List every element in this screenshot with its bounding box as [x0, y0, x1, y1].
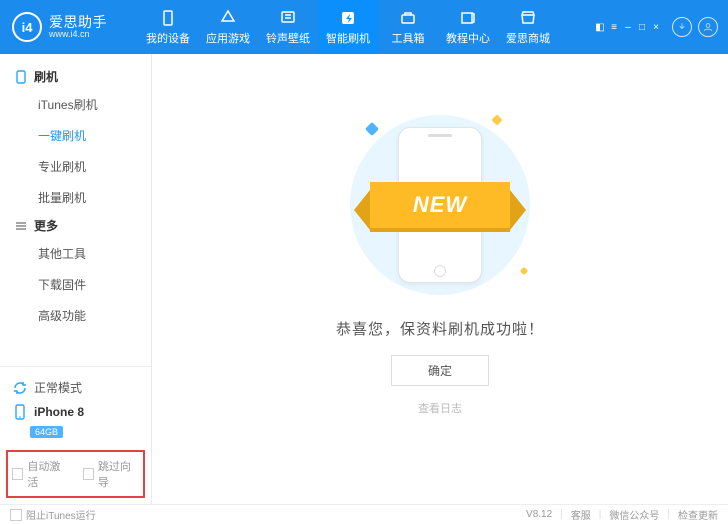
footer-link-update[interactable]: 检查更新: [678, 507, 718, 522]
top-nav: 我的设备应用游戏铃声壁纸智能刷机 工具箱 教程中心爱思商城: [138, 0, 558, 54]
mode-label: 正常模式: [34, 379, 82, 396]
refresh-icon: [12, 380, 28, 396]
download-button[interactable]: [672, 17, 692, 37]
logo: i4 爱思助手 www.i4.cn: [0, 12, 138, 42]
checkbox-label: 自动激活: [27, 458, 68, 490]
logo-icon: i4: [12, 12, 42, 42]
nav-label: 智能刷机: [326, 30, 370, 46]
brand-url: www.i4.cn: [49, 29, 107, 39]
storage-badge: 64GB: [30, 426, 63, 438]
view-log-link[interactable]: 查看日志: [418, 400, 462, 416]
nav-device[interactable]: 我的设备: [138, 0, 198, 54]
sidebar-item[interactable]: 高级功能: [0, 300, 151, 331]
close-icon[interactable]: ×: [650, 21, 662, 33]
checkbox-icon: [12, 468, 23, 480]
sidebar-item[interactable]: 批量刷机: [0, 182, 151, 213]
group-title: 刷机: [34, 68, 58, 85]
block-itunes-checkbox[interactable]: [10, 509, 22, 521]
tshirt-icon[interactable]: ◧: [594, 21, 606, 33]
nav-store[interactable]: 爱思商城: [498, 0, 558, 54]
ringtone-icon: [279, 9, 297, 27]
device-name: iPhone 8: [34, 405, 84, 419]
block-itunes-label: 阻止iTunes运行: [26, 507, 96, 522]
nav-label: 我的设备: [146, 30, 190, 46]
nav-apps[interactable]: 应用游戏: [198, 0, 258, 54]
new-ribbon-icon: NEW: [370, 182, 510, 228]
status-bar: 阻止iTunes运行 V8.12 | 客服 | 微信公众号 | 检查更新: [0, 504, 728, 524]
version-label: V8.12: [526, 509, 552, 520]
options-row: 自动激活跳过向导: [6, 450, 145, 498]
nav-toolbox[interactable]: 工具箱: [378, 0, 438, 54]
phone-icon: [12, 404, 28, 420]
main-panel: NEW 恭喜您，保资料刷机成功啦！ 确定 查看日志: [152, 54, 728, 504]
confirm-button[interactable]: 确定: [391, 355, 489, 386]
group-title: 更多: [34, 217, 58, 234]
success-illustration: NEW: [335, 110, 545, 300]
nav-tutorial[interactable]: 教程中心: [438, 0, 498, 54]
checkbox-icon: [83, 468, 94, 480]
maximize-icon[interactable]: □: [636, 21, 648, 33]
footer-link-wechat[interactable]: 微信公众号: [609, 507, 659, 522]
mode-row[interactable]: 正常模式: [10, 375, 141, 400]
nav-label: 铃声壁纸: [266, 30, 310, 46]
nav-label: 教程中心: [446, 30, 490, 46]
sidebar-item[interactable]: iTunes刷机: [0, 89, 151, 120]
minimize-icon[interactable]: –: [622, 21, 634, 33]
phone-icon: [14, 70, 28, 84]
nav-flash[interactable]: 智能刷机: [318, 0, 378, 54]
sidebar-item[interactable]: 其他工具: [0, 238, 151, 269]
option-checkbox[interactable]: 自动激活: [12, 458, 69, 490]
toolbox-icon: [399, 9, 417, 27]
group-more[interactable]: 更多: [0, 213, 151, 238]
success-message: 恭喜您，保资料刷机成功啦！: [336, 318, 544, 339]
device-icon: [159, 9, 177, 27]
footer-link-support[interactable]: 客服: [571, 507, 591, 522]
group-phone[interactable]: 刷机: [0, 64, 151, 89]
sidebar: 刷机 iTunes刷机一键刷机专业刷机批量刷机更多其他工具下载固件高级功能 正常模…: [0, 54, 152, 504]
menu-icon[interactable]: ≡: [608, 21, 620, 33]
device-row[interactable]: iPhone 8: [10, 400, 141, 424]
nav-label: 工具箱: [392, 30, 425, 46]
apps-icon: [219, 9, 237, 27]
option-checkbox[interactable]: 跳过向导: [83, 458, 140, 490]
nav-label: 应用游戏: [206, 30, 250, 46]
user-button[interactable]: [698, 17, 718, 37]
checkbox-label: 跳过向导: [98, 458, 139, 490]
window-controls: ◧ ≡ – □ ×: [594, 21, 662, 33]
nav-label: 爱思商城: [506, 30, 550, 46]
nav-ringtone[interactable]: 铃声壁纸: [258, 0, 318, 54]
flash-icon: [339, 9, 357, 27]
more-icon: [14, 219, 28, 233]
store-icon: [519, 9, 537, 27]
sidebar-item[interactable]: 一键刷机: [0, 120, 151, 151]
sidebar-item[interactable]: 专业刷机: [0, 151, 151, 182]
sidebar-item[interactable]: 下载固件: [0, 269, 151, 300]
tutorial-icon: [459, 9, 477, 27]
brand-name: 爱思助手: [49, 15, 107, 29]
